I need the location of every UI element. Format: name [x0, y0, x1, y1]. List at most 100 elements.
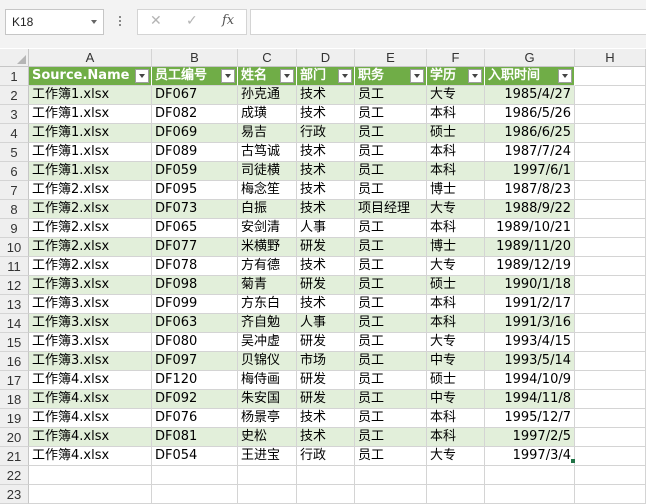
grid-cell[interactable] — [575, 124, 646, 143]
grid-cell[interactable] — [152, 466, 238, 485]
table-cell[interactable]: 工作簿1.xlsx — [29, 143, 152, 162]
table-cell[interactable]: DF098 — [152, 276, 238, 295]
grid-cell[interactable] — [485, 485, 575, 504]
table-cell[interactable]: 1987/8/23 — [485, 181, 575, 200]
table-cell[interactable]: 工作簿2.xlsx — [29, 219, 152, 238]
table-cell[interactable]: 工作簿1.xlsx — [29, 124, 152, 143]
table-cell[interactable]: 工作簿1.xlsx — [29, 86, 152, 105]
table-cell[interactable]: 方有德 — [238, 257, 297, 276]
table-cell[interactable]: 1987/7/24 — [485, 143, 575, 162]
chevron-down-icon[interactable] — [91, 20, 97, 24]
table-cell[interactable]: 员工 — [355, 352, 427, 371]
grid-cell[interactable] — [575, 390, 646, 409]
table-cell[interactable]: DF073 — [152, 200, 238, 219]
table-cell[interactable]: DF097 — [152, 352, 238, 371]
grid-cell[interactable] — [575, 219, 646, 238]
table-cell[interactable]: 1997/2/5 — [485, 428, 575, 447]
grid-cell[interactable] — [29, 485, 152, 504]
row-header-22[interactable]: 22 — [0, 466, 29, 485]
table-cell[interactable]: 1993/4/15 — [485, 333, 575, 352]
table-cell[interactable]: 1989/11/20 — [485, 238, 575, 257]
table-cell[interactable]: 1991/3/16 — [485, 314, 575, 333]
table-cell[interactable]: 技术 — [297, 143, 355, 162]
table-cell[interactable]: 本科 — [427, 105, 485, 124]
table-cell[interactable]: 员工 — [355, 143, 427, 162]
grid-cell[interactable] — [575, 238, 646, 257]
table-cell[interactable]: 中专 — [427, 352, 485, 371]
table-cell[interactable]: 本科 — [427, 295, 485, 314]
table-cell[interactable]: 工作簿3.xlsx — [29, 333, 152, 352]
table-cell[interactable]: 行政 — [297, 124, 355, 143]
table-cell[interactable]: 市场 — [297, 352, 355, 371]
table-cell[interactable]: 博士 — [427, 181, 485, 200]
table-cell[interactable]: 技术 — [297, 295, 355, 314]
table-cell[interactable]: DF080 — [152, 333, 238, 352]
table-cell[interactable]: 本科 — [427, 219, 485, 238]
row-header-21[interactable]: 21 — [0, 447, 29, 466]
table-cell[interactable]: 1990/1/18 — [485, 276, 575, 295]
table-cell[interactable]: 研发 — [297, 276, 355, 295]
grid-cell[interactable] — [575, 485, 646, 504]
row-header-18[interactable]: 18 — [0, 390, 29, 409]
table-cell[interactable]: 技术 — [297, 105, 355, 124]
column-header-f[interactable]: F — [427, 49, 485, 67]
table-cell[interactable]: 员工 — [355, 371, 427, 390]
table-cell[interactable]: DF078 — [152, 257, 238, 276]
row-header-14[interactable]: 14 — [0, 314, 29, 333]
table-cell[interactable]: 1993/5/14 — [485, 352, 575, 371]
grid-cell[interactable] — [297, 485, 355, 504]
table-cell[interactable]: DF063 — [152, 314, 238, 333]
row-header-20[interactable]: 20 — [0, 428, 29, 447]
column-header-c[interactable]: C — [238, 49, 297, 67]
grid-cell[interactable] — [355, 466, 427, 485]
table-cell[interactable]: 史松 — [238, 428, 297, 447]
table-cell[interactable]: 员工 — [355, 276, 427, 295]
table-cell[interactable]: 工作簿4.xlsx — [29, 428, 152, 447]
table-cell[interactable]: 梅侍画 — [238, 371, 297, 390]
filter-dropdown-icon[interactable] — [135, 69, 149, 83]
table-cell[interactable]: 工作簿3.xlsx — [29, 276, 152, 295]
table-cell[interactable]: 1994/11/8 — [485, 390, 575, 409]
table-cell[interactable]: 员工 — [355, 295, 427, 314]
table-cell[interactable]: 1989/10/21 — [485, 219, 575, 238]
table-cell[interactable]: 员工 — [355, 124, 427, 143]
row-header-8[interactable]: 8 — [0, 200, 29, 219]
table-cell[interactable]: 1995/12/7 — [485, 409, 575, 428]
row-header-16[interactable]: 16 — [0, 352, 29, 371]
table-cell[interactable]: 工作簿3.xlsx — [29, 314, 152, 333]
grid-cell[interactable] — [575, 67, 646, 86]
table-cell[interactable]: 齐自勉 — [238, 314, 297, 333]
table-header-cell[interactable]: 部门 — [297, 67, 355, 86]
row-header-9[interactable]: 9 — [0, 219, 29, 238]
table-cell[interactable]: 1985/4/27 — [485, 86, 575, 105]
grid-cell[interactable] — [575, 162, 646, 181]
table-cell[interactable]: 本科 — [427, 143, 485, 162]
column-header-d[interactable]: D — [297, 49, 355, 67]
table-cell[interactable]: 朱安国 — [238, 390, 297, 409]
table-header-cell[interactable]: 学历 — [427, 67, 485, 86]
table-cell[interactable]: 1986/6/25 — [485, 124, 575, 143]
table-cell[interactable]: 大专 — [427, 333, 485, 352]
row-header-5[interactable]: 5 — [0, 143, 29, 162]
table-cell[interactable]: 员工 — [355, 219, 427, 238]
column-header-g[interactable]: G — [485, 49, 575, 67]
filter-dropdown-icon[interactable] — [410, 69, 424, 83]
table-cell[interactable]: 技术 — [297, 428, 355, 447]
grid-cell[interactable] — [575, 352, 646, 371]
table-cell[interactable]: DF067 — [152, 86, 238, 105]
table-cell[interactable]: 1986/5/26 — [485, 105, 575, 124]
row-header-6[interactable]: 6 — [0, 162, 29, 181]
table-cell[interactable]: 本科 — [427, 314, 485, 333]
grid-cell[interactable] — [575, 143, 646, 162]
table-header-cell[interactable]: 姓名 — [238, 67, 297, 86]
grid-cell[interactable] — [575, 428, 646, 447]
table-cell[interactable]: 本科 — [427, 162, 485, 181]
table-cell[interactable]: 研发 — [297, 238, 355, 257]
table-cell[interactable]: 大专 — [427, 257, 485, 276]
grid-cell[interactable] — [238, 466, 297, 485]
table-cell[interactable]: 技术 — [297, 162, 355, 181]
table-cell[interactable]: 工作簿4.xlsx — [29, 390, 152, 409]
table-cell[interactable]: 杨景亭 — [238, 409, 297, 428]
grid-cell[interactable] — [575, 86, 646, 105]
row-header-10[interactable]: 10 — [0, 238, 29, 257]
